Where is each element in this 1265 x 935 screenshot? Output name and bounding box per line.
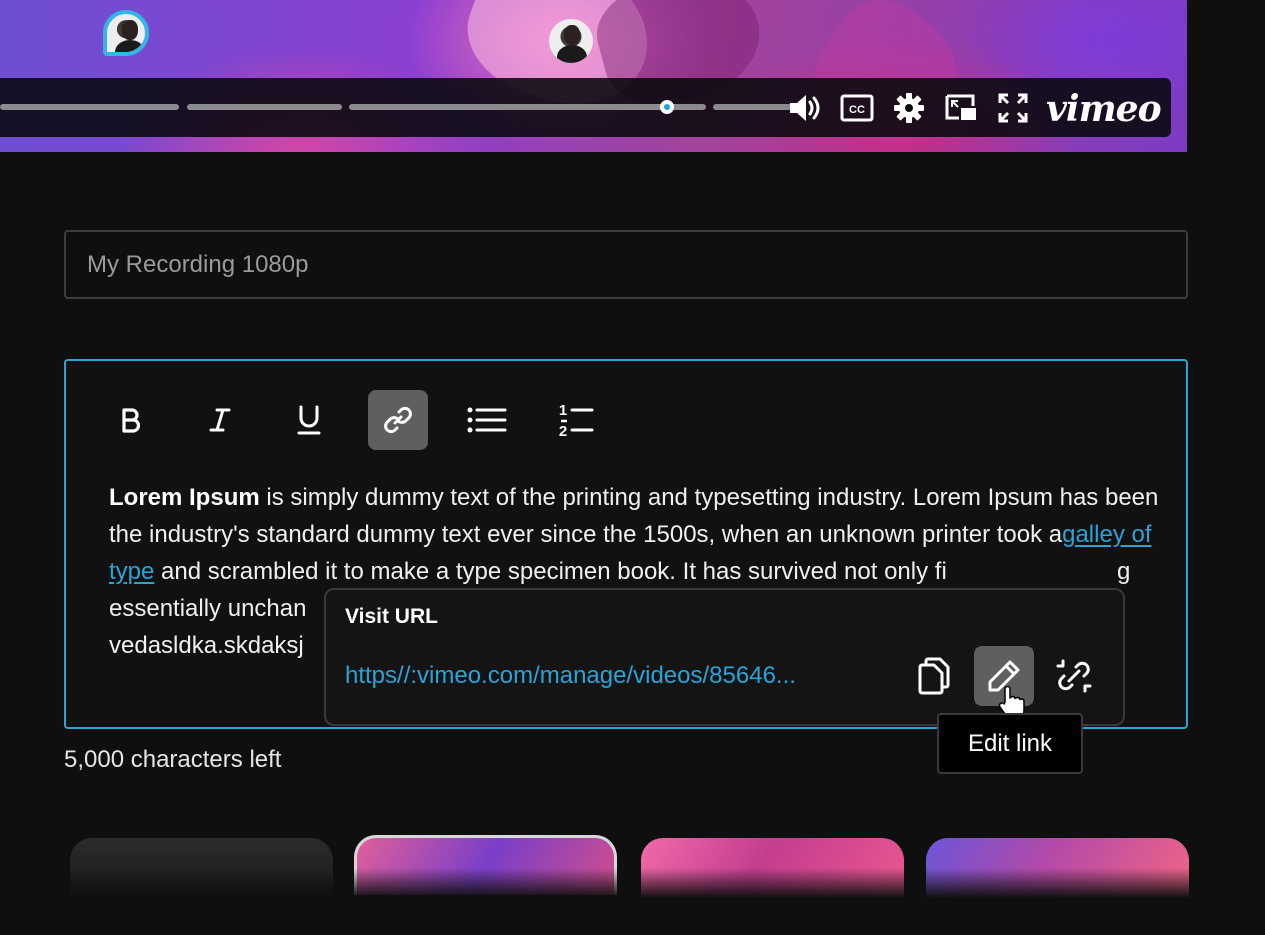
unlink-icon: [1056, 659, 1092, 693]
progress-chapter-segment[interactable]: [0, 104, 179, 110]
picture-in-picture-icon[interactable]: [944, 91, 978, 125]
copy-icon: [918, 657, 950, 695]
video-player[interactable]: CC vimeo: [0, 0, 1187, 152]
underline-icon: [297, 405, 321, 435]
bold-text: Lorem Ipsum: [109, 484, 260, 511]
body-text: and scrambled it to make a type specimen…: [154, 558, 947, 585]
bullet-list-button[interactable]: [457, 390, 517, 450]
fullscreen-icon[interactable]: [996, 91, 1030, 125]
character-counter: 5,000 characters left: [64, 746, 282, 773]
popover-url-link[interactable]: https//:vimeo.com/manage/videos/85646...: [345, 662, 796, 690]
volume-icon[interactable]: [788, 91, 822, 125]
settings-icon[interactable]: [892, 91, 926, 125]
vimeo-logo[interactable]: vimeo: [1046, 88, 1162, 130]
svg-text:2: 2: [559, 423, 567, 439]
thumbnail-fade-overlay: [0, 868, 1265, 935]
copy-link-button[interactable]: [904, 646, 964, 706]
comment-avatar-marker[interactable]: [549, 19, 593, 63]
edit-link-tooltip: Edit link: [937, 713, 1083, 774]
scrubber-handle[interactable]: [660, 100, 674, 114]
body-text-end: g: [1117, 558, 1131, 585]
bold-button[interactable]: [101, 390, 161, 450]
bullet-list-icon: [467, 407, 507, 433]
numbered-list-button[interactable]: 12: [546, 390, 606, 450]
italic-icon: [209, 408, 231, 432]
player-control-bar: CC vimeo: [0, 78, 1171, 137]
numbered-list-icon: 12: [559, 402, 594, 439]
body-text: vedasldka.skdaksj: [109, 632, 304, 659]
popover-label: Visit URL: [345, 605, 438, 628]
link-button[interactable]: [368, 390, 428, 450]
svg-text:CC: CC: [849, 104, 865, 116]
link-icon: [384, 406, 412, 434]
body-text: essentially unchan: [109, 595, 307, 622]
underline-button[interactable]: [279, 390, 339, 450]
body-text: is simply dummy text of the printing and…: [109, 484, 1159, 548]
remove-link-button[interactable]: [1044, 646, 1104, 706]
closed-captions-icon[interactable]: CC: [840, 91, 874, 125]
bold-icon: [122, 408, 141, 433]
italic-button[interactable]: [190, 390, 250, 450]
progress-chapter-segment[interactable]: [713, 104, 793, 110]
progress-chapter-segment[interactable]: [187, 104, 342, 110]
svg-text:1: 1: [559, 402, 567, 419]
comment-avatar-marker[interactable]: [103, 10, 149, 56]
progress-chapter-segment[interactable]: [349, 104, 706, 110]
video-title-input[interactable]: [64, 230, 1188, 299]
